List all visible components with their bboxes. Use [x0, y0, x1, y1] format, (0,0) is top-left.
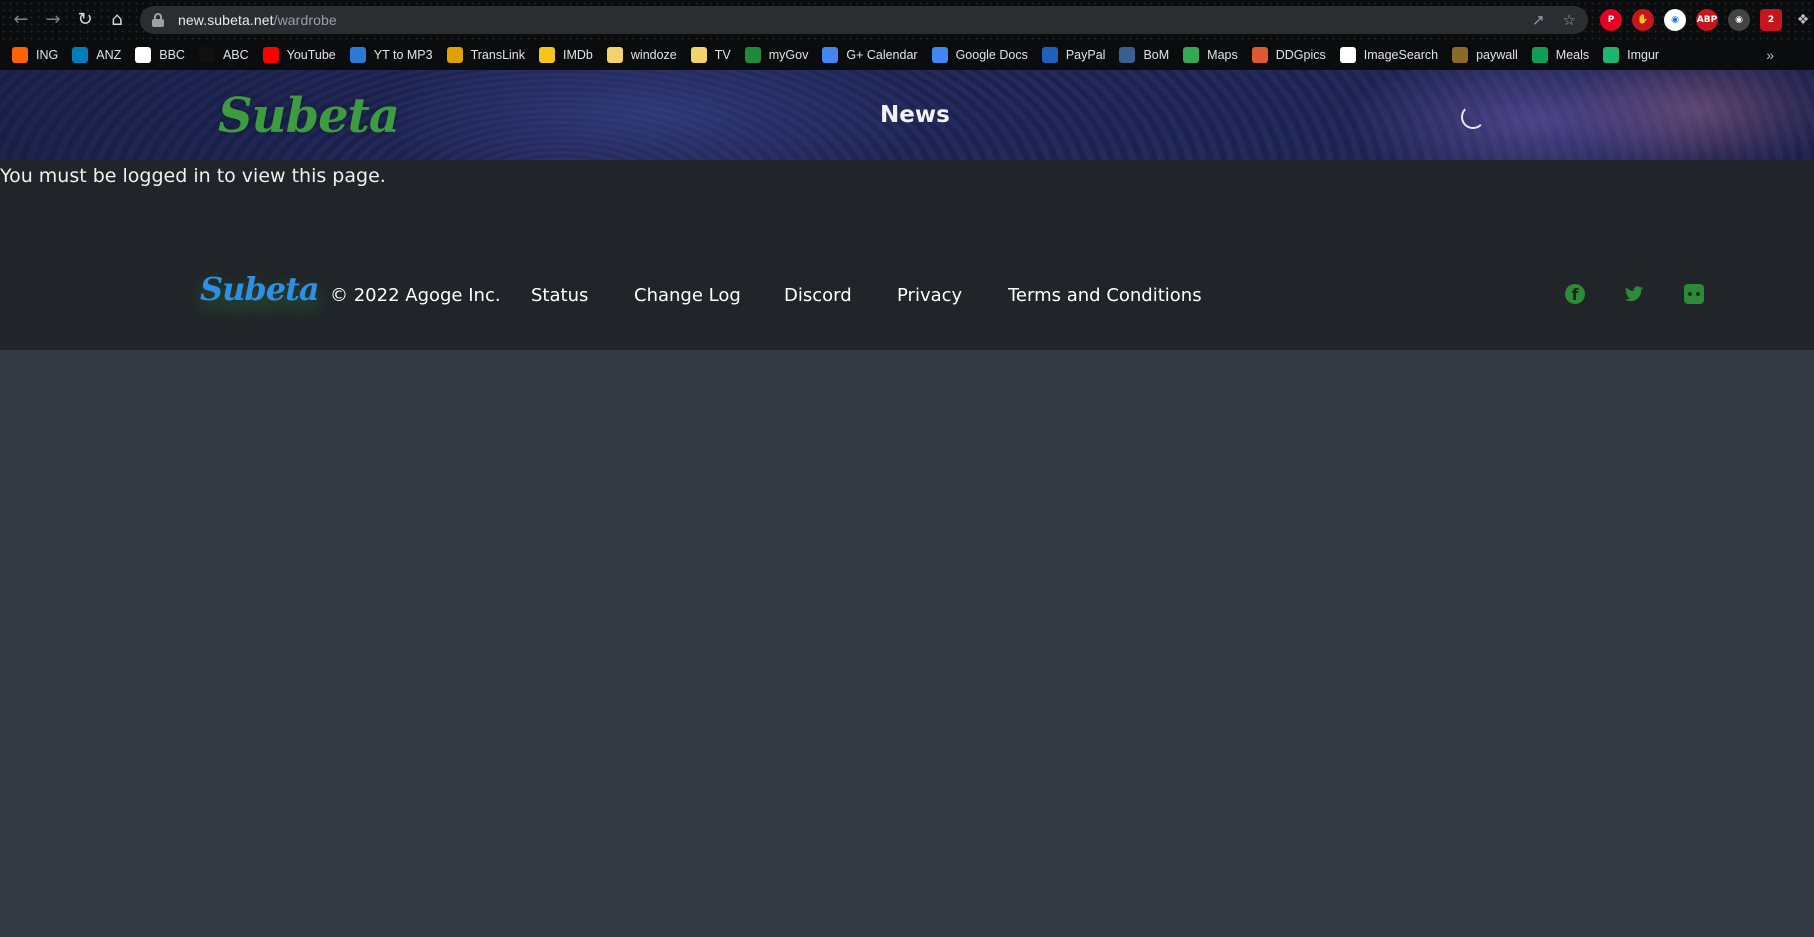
- bookmark-label: YouTube: [286, 48, 336, 62]
- bookmark-maps[interactable]: Maps: [1183, 47, 1238, 63]
- more-bookmarks-icon[interactable]: »: [1766, 47, 1774, 63]
- bookmark-label: YT to MP3: [373, 48, 433, 62]
- puzzle-icon[interactable]: ❖: [1792, 9, 1814, 31]
- url-text[interactable]: new.subeta.net/wardrobe: [178, 12, 337, 28]
- google-icon: [1339, 47, 1356, 63]
- bookmark-paypal[interactable]: PayPal: [1041, 47, 1106, 63]
- adblock-plus-icon[interactable]: ABP: [1696, 9, 1718, 31]
- footer-link-discord[interactable]: Discord: [784, 285, 852, 306]
- bookmark-meals[interactable]: Meals: [1531, 47, 1590, 63]
- bookmark-imdb[interactable]: IMDb: [539, 47, 593, 63]
- bookmark-label: ImageSearch: [1363, 48, 1439, 62]
- bookmark-label: TV: [714, 48, 731, 62]
- twitter-icon[interactable]: [1624, 284, 1644, 304]
- bookmark-ing[interactable]: ING: [12, 47, 58, 63]
- bookmark-imagesearch[interactable]: ImageSearch: [1339, 47, 1439, 63]
- bookmark-youtube[interactable]: YouTube: [262, 47, 336, 63]
- home-icon[interactable]: ⌂: [104, 8, 130, 32]
- youtube-icon: [262, 47, 279, 63]
- share-icon[interactable]: ↗: [1532, 11, 1545, 29]
- duckduckgo-icon: [1251, 47, 1268, 63]
- imgur-icon: [1603, 47, 1620, 63]
- bookmark-label: Meals: [1555, 48, 1590, 62]
- bookmark-tv[interactable]: TV: [690, 47, 731, 63]
- bookmark-label: myGov: [768, 48, 809, 62]
- bookmark-label: IMDb: [563, 48, 593, 62]
- download-icon: [349, 47, 366, 63]
- login-required-message: You must be logged in to view this page.: [0, 165, 386, 187]
- reload-icon[interactable]: ↻: [72, 8, 98, 32]
- facebook-icon[interactable]: f: [1565, 284, 1585, 304]
- extension-eye-icon[interactable]: ◉: [1728, 9, 1750, 31]
- subeta-logo[interactable]: Subeta: [218, 88, 400, 144]
- anz-icon: [72, 47, 89, 63]
- footer-link-change-log[interactable]: Change Log: [634, 285, 741, 306]
- bookmark-paywall[interactable]: paywall: [1452, 47, 1518, 63]
- bookmark-label: DDGpics: [1275, 48, 1326, 62]
- paypal-icon: [1041, 47, 1058, 63]
- extension-hand-icon[interactable]: ✋: [1632, 9, 1654, 31]
- bbc-icon: [135, 47, 152, 63]
- bookmark-label: ING: [36, 48, 59, 62]
- bookmark-yt-to-mp3[interactable]: YT to MP3: [349, 47, 433, 63]
- bookmark-label: ANZ: [96, 48, 122, 62]
- lock-icon[interactable]: [152, 13, 164, 27]
- extensions-area: P ✋ ◉ ABP ◉ 2 ❖: [1600, 9, 1814, 31]
- loading-spinner-icon: [1461, 105, 1485, 129]
- bookmark-g-calendar[interactable]: G+ Calendar: [822, 47, 918, 63]
- discord-icon[interactable]: [1684, 284, 1704, 304]
- bookmark-label: TransLink: [470, 48, 526, 62]
- folder-icon: [606, 47, 623, 63]
- bookmark-mygov[interactable]: myGov: [744, 47, 809, 63]
- bookmark-label: ABC: [222, 48, 249, 62]
- bookmark-translink[interactable]: TransLink: [446, 47, 526, 63]
- bookmark-label: BoM: [1143, 48, 1170, 62]
- site-header: Subeta News: [0, 70, 1814, 160]
- bookmark-ddgpics[interactable]: DDGpics: [1251, 47, 1326, 63]
- translink-icon: [446, 47, 463, 63]
- bookmark-anz[interactable]: ANZ: [72, 47, 121, 63]
- map-pin-icon: [1183, 47, 1200, 63]
- imdb-icon: [539, 47, 556, 63]
- page-title: News: [880, 102, 950, 128]
- extension-shield-icon[interactable]: 2: [1760, 9, 1782, 31]
- sheets-icon: [1531, 47, 1548, 63]
- bookmark-label: Imgur: [1627, 48, 1660, 62]
- back-arrow-icon[interactable]: ←: [8, 8, 34, 32]
- forward-arrow-icon[interactable]: →: [40, 8, 66, 32]
- bookmark-star-icon[interactable]: ☆: [1563, 11, 1576, 29]
- bookmark-bbc[interactable]: BBC: [135, 47, 185, 63]
- bookmark-label: paywall: [1476, 48, 1518, 62]
- bookmarks-bar: ING ANZ BBC ABC YouTube YT to MP3 TransLink IMD…: [0, 40, 1814, 70]
- copyright-text: © 2022 Agoge Inc.: [330, 285, 501, 306]
- bom-icon: [1119, 47, 1136, 63]
- calendar-icon: [822, 47, 839, 63]
- mygov-icon: [744, 47, 761, 63]
- footer-link-privacy[interactable]: Privacy: [897, 285, 962, 306]
- address-bar[interactable]: new.subeta.net/wardrobe ↗ ☆: [140, 6, 1588, 34]
- bookmark-abc[interactable]: ABC: [198, 47, 249, 63]
- footer-logo[interactable]: Subeta: [200, 270, 320, 308]
- bookmark-label: Maps: [1207, 48, 1238, 62]
- bookmark-label: windoze: [630, 48, 677, 62]
- footer-link-terms[interactable]: Terms and Conditions: [1008, 285, 1202, 306]
- bookmark-imgur[interactable]: Imgur: [1603, 47, 1659, 63]
- browser-toolbar: ← → ↻ ⌂ new.subeta.net/wardrobe ↗ ☆ P ✋ …: [0, 0, 1814, 40]
- ladder-icon: [1452, 47, 1469, 63]
- footer: Subeta © 2022 Agoge Inc. Status Change L…: [0, 270, 1814, 350]
- folder-icon: [690, 47, 707, 63]
- bookmark-label: BBC: [159, 48, 185, 62]
- bookmark-label: G+ Calendar: [846, 48, 918, 62]
- ing-icon: [12, 47, 28, 63]
- bookmark-label: PayPal: [1065, 48, 1106, 62]
- docs-icon: [931, 47, 948, 63]
- bookmark-label: Google Docs: [955, 48, 1028, 62]
- bookmark-windoze[interactable]: windoze: [606, 47, 677, 63]
- abc-icon: [198, 47, 215, 63]
- extension-ghost-icon[interactable]: ◉: [1664, 9, 1686, 31]
- footer-link-status[interactable]: Status: [531, 285, 588, 306]
- bookmark-bom[interactable]: BoM: [1119, 47, 1169, 63]
- bookmark-google-docs[interactable]: Google Docs: [931, 47, 1028, 63]
- pinterest-icon[interactable]: P: [1600, 9, 1622, 31]
